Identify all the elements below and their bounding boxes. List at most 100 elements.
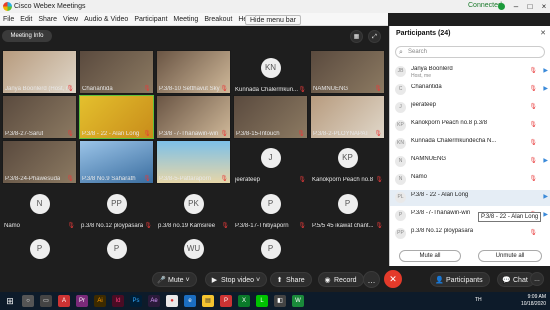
indesign-icon[interactable]: Id	[112, 295, 124, 307]
tile-name: Kanokporn Peach no.8	[312, 177, 374, 183]
video-tile[interactable]: P.3/8-5-Pattaraporn 🎙	[156, 140, 231, 184]
grid-view-icon[interactable]: ▦	[350, 30, 363, 43]
muted-mic-icon[interactable]: 🎙	[529, 85, 537, 92]
photoshop-icon[interactable]: Ps	[130, 295, 142, 307]
end-meeting-button[interactable]: ✕	[384, 270, 402, 288]
clock-date: 10/18/2020	[520, 301, 546, 307]
participant-name: Kunnada Chalermkundecha N...	[411, 138, 497, 144]
close-panel-icon[interactable]: ✕	[540, 29, 546, 37]
video-tile[interactable]: KP Kanokporn Peach no.8 🎙	[310, 140, 385, 184]
menu-view[interactable]: View	[60, 16, 81, 23]
menu-share[interactable]: Share	[35, 16, 60, 23]
participant-row[interactable]: C Chanantida 🎙 ▶	[390, 82, 550, 98]
menu-edit[interactable]: Edit	[17, 16, 35, 23]
video-tile[interactable]: PP p.3/8 No.12 ploypasara 🎙	[79, 186, 154, 230]
video-tile[interactable]: Chanantida 🎙	[79, 50, 154, 94]
video-tile[interactable]: NAMNUENG 🎙	[310, 50, 385, 94]
video-tile[interactable]: P P.3/8-17-Thitiyaporn 🎙	[233, 186, 308, 230]
menu-breakout[interactable]: Breakout	[201, 16, 235, 23]
muted-mic-icon[interactable]: 🎙	[529, 175, 537, 182]
muted-mic-icon[interactable]: 🎙	[529, 229, 537, 236]
tile-name: P.3/8-2-PLOYNAPAT	[313, 131, 369, 137]
stop-video-button[interactable]: ▶ Stop video ˅	[205, 272, 268, 287]
video-tile[interactable]: P P.5/5 45 ikawat chant... 🎙	[310, 186, 385, 230]
participant-row[interactable]: Jjeerateep 🎙	[390, 100, 550, 116]
tile-name: P.3/8 - 22 - Alan Long	[82, 131, 140, 137]
edge-icon[interactable]: e	[184, 295, 196, 307]
participant-row[interactable]: JB Janya Boonlerd Host, me 🎙 ▶	[390, 64, 550, 80]
video-tile[interactable]: P.3/8-24-Phawesuda 🎙	[2, 140, 77, 184]
muted-mic-icon[interactable]: 🎙	[529, 157, 537, 164]
participant-row[interactable]: PP p.3/8 No.12 ploypasara 🎙	[390, 226, 550, 242]
more-options-icon[interactable]: …	[363, 271, 380, 288]
tile-name: Janya Boonlerd (Host, me)	[5, 86, 71, 92]
illustrator-icon[interactable]: Ai	[94, 295, 106, 307]
participant-row[interactable]: N NAMNUENG 🎙 ▶	[390, 154, 550, 170]
video-tile[interactable]: P.3/8 - 22 - Alan Long 🎙	[79, 95, 154, 139]
media-app-icon[interactable]: ◧	[274, 295, 286, 307]
muted-mic-icon: 🎙	[67, 223, 75, 229]
search-taskbar-icon[interactable]: ○	[22, 295, 34, 307]
mute-button[interactable]: 🎤 Mute ˅	[152, 272, 197, 287]
video-tile[interactable]: P.3/8 No.9 Saharath 🎙	[79, 140, 154, 184]
video-tile[interactable]: Janya Boonlerd (Host, me) 🎙	[2, 50, 77, 94]
menu-meeting[interactable]: Meeting	[170, 16, 201, 23]
meeting-info-button[interactable]: Meeting Info	[2, 30, 52, 42]
file-explorer-icon[interactable]: ▤	[202, 295, 214, 307]
tile-name: P.3/8-5-Pattaraporn	[159, 176, 211, 182]
video-tile[interactable]: Jjeerateep 🎙	[233, 140, 308, 184]
mute-all-button[interactable]: Mute all	[399, 250, 461, 262]
menu-file[interactable]: File	[0, 16, 17, 23]
video-tile[interactable]: P.3/8 -7-Thanawin-win 🎙	[156, 95, 231, 139]
webex-window: Cisco Webex Meetings Connected – □ × Fil…	[0, 0, 550, 292]
close-button[interactable]: ×	[536, 0, 550, 13]
hide-menu-bar-button[interactable]: Hide menu bar	[245, 15, 301, 25]
participant-row[interactable]: KP Kanokporn Peach no.8 p.3/8 🎙	[390, 118, 550, 134]
video-tile[interactable]: P.3/8-27-Sarut 🎙	[2, 95, 77, 139]
video-on-icon: ▶	[543, 158, 548, 164]
unmute-all-button[interactable]: Unmute all	[478, 250, 542, 262]
control-bar: 🎤 Mute ˅ ▶ Stop video ˅ ⬆ Share ◉ Record … ✕…	[0, 266, 550, 292]
participant-row[interactable]: PL P.3/8 - 22 - Alan Long ▶	[390, 190, 550, 206]
menu-audio-video[interactable]: Audio & Video	[81, 16, 131, 23]
menu-participant[interactable]: Participant	[131, 16, 170, 23]
more-panels-icon[interactable]: …	[530, 272, 544, 286]
video-on-icon: ▶	[543, 212, 548, 218]
participant-search-input[interactable]: ⌕ Search	[395, 46, 545, 58]
participants-icon: 👤	[435, 277, 444, 284]
share-icon: ⬆	[276, 277, 283, 284]
acrobat-icon[interactable]: A	[58, 295, 70, 307]
participant-row[interactable]: KN Kunnada Chalermkundecha N... 🎙	[390, 136, 550, 152]
participant-row[interactable]: N Namo 🎙	[390, 172, 550, 188]
participant-avatar: PP	[395, 228, 406, 239]
premiere-icon[interactable]: Pr	[76, 295, 88, 307]
muted-mic-icon: 🎙	[66, 131, 74, 137]
excel-icon[interactable]: X	[238, 295, 250, 307]
share-button[interactable]: ⬆ Share	[270, 272, 312, 287]
video-tile[interactable]: N Namo 🎙	[2, 186, 77, 230]
participants-button[interactable]: 👤 Participants	[430, 272, 490, 287]
muted-mic-icon[interactable]: 🎙	[529, 67, 537, 74]
layout-toggle-icon[interactable]: ⤢	[368, 30, 381, 43]
video-tile[interactable]: PK p.3/8 no.19 Kamsiree 🎙	[156, 186, 231, 230]
input-language[interactable]: TH	[475, 297, 482, 303]
video-tile[interactable]: P.3/8-10 Setthavut Sky 🎙	[156, 50, 231, 94]
record-button[interactable]: ◉ Record	[318, 272, 364, 287]
video-tile[interactable]: P.3/8-15-Intouch 🎙	[233, 95, 308, 139]
video-tile[interactable]: P.3/8-2-PLOYNAPAT 🎙	[310, 95, 385, 139]
muted-mic-icon: 🎙	[143, 131, 151, 137]
powerpoint-icon[interactable]: P	[220, 295, 232, 307]
muted-mic-icon[interactable]: 🎙	[529, 139, 537, 146]
participant-name: NAMNUENG	[411, 156, 447, 162]
webex-taskbar-icon[interactable]: W	[292, 295, 304, 307]
line-app-icon[interactable]: L	[256, 295, 268, 307]
start-icon[interactable]: ⊞	[4, 295, 16, 307]
taskbar-clock[interactable]: 9:09 AM 10/18/2020	[521, 294, 546, 308]
video-tile[interactable]: KN Kunnada Chalermkun... 🎙	[233, 50, 308, 94]
after-effects-icon[interactable]: Ae	[148, 295, 160, 307]
chrome-icon[interactable]: ●	[166, 295, 178, 307]
muted-mic-icon[interactable]: 🎙	[529, 121, 537, 128]
task-view-icon[interactable]: ▭	[40, 295, 52, 307]
muted-mic-icon: 🎙	[374, 86, 382, 92]
muted-mic-icon[interactable]: 🎙	[529, 103, 537, 110]
